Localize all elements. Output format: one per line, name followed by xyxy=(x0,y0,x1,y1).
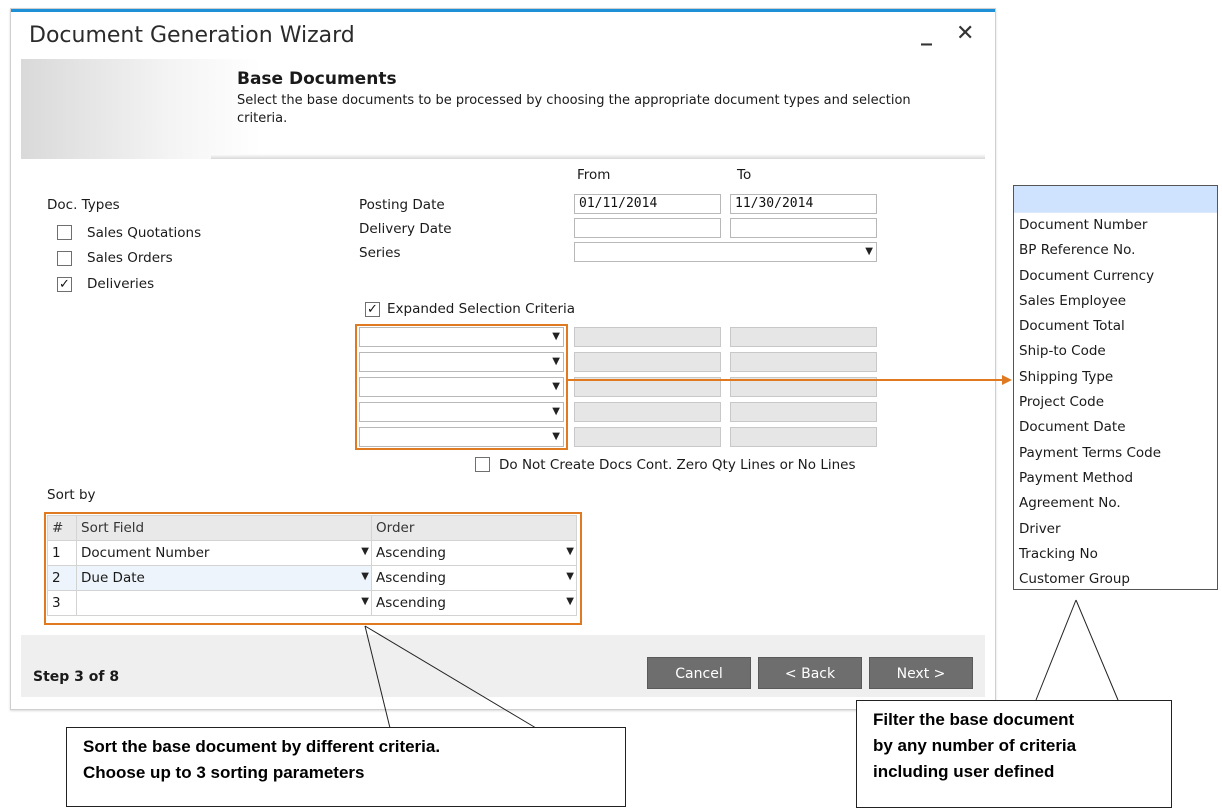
list-item[interactable]: Customer Group xyxy=(1014,567,1217,592)
list-item[interactable]: Agreement No. xyxy=(1014,491,1217,516)
list-item[interactable]: Document Currency xyxy=(1014,264,1217,289)
filter-callout-pointer-left xyxy=(1035,599,1077,701)
filter-callout-pointer-right xyxy=(1075,599,1119,701)
sort-callout-pointer-left xyxy=(364,625,391,729)
list-item[interactable]: Payment Terms Code xyxy=(1014,441,1217,466)
filter-callout-line-1: Filter the base document xyxy=(873,710,1075,729)
list-item[interactable]: Shipping Type xyxy=(1014,365,1217,390)
filter-callout-line-3: including user defined xyxy=(873,762,1055,781)
list-item[interactable]: Ship-to Code xyxy=(1014,339,1217,364)
criteria-options-list[interactable]: Document Number BP Reference No. Documen… xyxy=(1013,185,1218,590)
filter-callout: Filter the base document by any number o… xyxy=(856,700,1172,808)
list-item[interactable]: Sales Employee xyxy=(1014,289,1217,314)
list-item[interactable]: Project Code xyxy=(1014,390,1217,415)
list-item[interactable]: Document Number xyxy=(1014,213,1217,238)
list-item[interactable]: Document Date xyxy=(1014,415,1217,440)
sort-callout-line-1: Sort the base document by different crit… xyxy=(83,737,441,756)
list-item[interactable]: Tracking No xyxy=(1014,542,1217,567)
list-item[interactable]: Payment Method xyxy=(1014,466,1217,491)
sort-callout-line-2: Choose up to 3 sorting parameters xyxy=(83,763,365,782)
sort-callout: Sort the base document by different crit… xyxy=(66,727,626,807)
list-item[interactable]: Driver xyxy=(1014,517,1217,542)
sort-callout-pointer-right xyxy=(364,625,537,729)
filter-callout-line-2: by any number of criteria xyxy=(873,736,1077,755)
arrow-head-icon xyxy=(1002,375,1012,385)
list-item[interactable]: Document Total xyxy=(1014,314,1217,339)
list-item[interactable]: BP Reference No. xyxy=(1014,238,1217,263)
list-selected-blank[interactable] xyxy=(1014,186,1217,213)
